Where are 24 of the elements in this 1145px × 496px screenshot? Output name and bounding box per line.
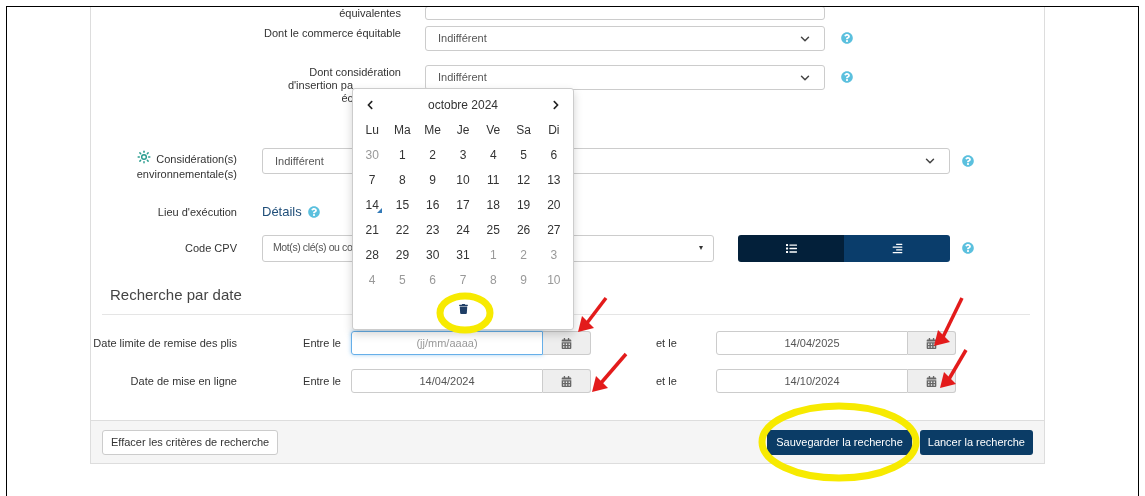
field-label: Dont considération [309, 66, 401, 79]
weekday-label: Ma [394, 122, 411, 139]
field-label: environnementale(s) [136, 167, 237, 182]
field-label: Date de mise en ligne [130, 374, 237, 387]
field-label: et le [656, 336, 677, 349]
field-label: d'insertion pa [287, 79, 353, 92]
weekday-label: Je [456, 122, 470, 139]
field-label: Code CPV [185, 241, 237, 254]
weekday-label: Lu [365, 122, 379, 139]
month-title: octobre 2024 [427, 97, 499, 114]
field-label: équivalentes [339, 7, 401, 19]
field-label: Date limite de remise des plis [93, 336, 237, 349]
field-label: Entre le [303, 336, 341, 349]
field-label: Entre le [303, 374, 341, 387]
field-label: Lieu d'exécution [157, 205, 237, 218]
field-label: et le [656, 374, 677, 387]
section-heading: Recherche par date [110, 285, 242, 303]
weekday-label: Sa [516, 122, 531, 139]
weekday-label: Ve [486, 122, 501, 139]
weekday-label: Di [548, 122, 560, 139]
field-label: éc [341, 92, 353, 105]
field-label: Dont le commerce équitable [264, 27, 401, 40]
field-label: Considération(s) [156, 152, 237, 167]
weekday-label: Me [424, 122, 442, 139]
